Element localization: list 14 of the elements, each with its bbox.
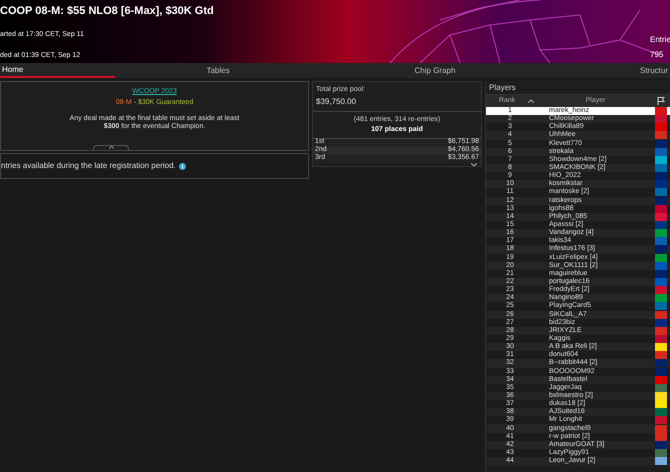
- tournament-title: COOP 08-M: $55 NLO8 [6-Max], $30K Gtd: [0, 4, 214, 18]
- tab[interactable]: Home: [0, 63, 115, 78]
- prize-pool-amount: $39,750.00: [315, 96, 358, 108]
- sort-ascending-icon[interactable]: [528, 99, 534, 103]
- chevron-down-icon[interactable]: [471, 162, 477, 166]
- tab[interactable]: Chip Graph: [321, 63, 549, 78]
- flag-icon: [657, 97, 665, 105]
- info-icon[interactable]: [178, 162, 186, 170]
- tab[interactable]: Structur: [549, 63, 670, 78]
- caret-up-icon: [108, 146, 114, 149]
- collapse-handle[interactable]: [93, 145, 129, 151]
- entries-count: 795: [650, 49, 664, 61]
- tab[interactable]: Tables: [115, 63, 321, 78]
- late-registration-note: ntries available during the late registration period.: [1, 160, 176, 172]
